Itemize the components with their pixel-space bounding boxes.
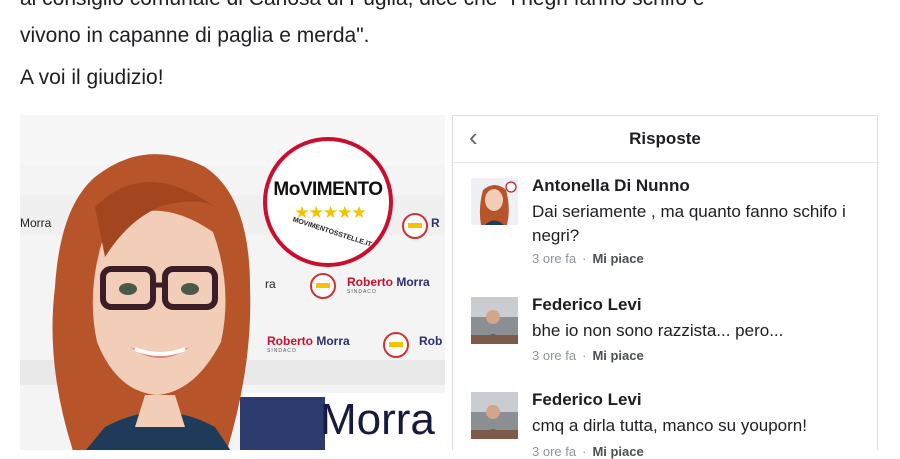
- comment-meta: 3 ore fa · Mi piace: [532, 348, 644, 363]
- post-text-line-1: al consiglio comunale di Canosa di Pugli…: [20, 0, 705, 14]
- candidate-photo[interactable]: Morra R ra Roberto Morra SINDACO Roberto…: [20, 115, 445, 450]
- post-text-line-3: A voi il giudizio!: [20, 66, 164, 89]
- banner-big-name: Morra: [320, 395, 435, 444]
- m5s-small-logo-icon: [310, 273, 336, 299]
- banner-partial-r: R: [431, 216, 440, 230]
- comment-author[interactable]: Federico Levi: [532, 295, 642, 315]
- banner-candidate-name: Roberto Morra SINDACO: [347, 275, 430, 295]
- m5s-small-logo-icon: [383, 332, 409, 358]
- m5s-small-logo-icon: [402, 213, 428, 239]
- replies-header: ‹ Risposte: [453, 116, 879, 163]
- candidate-first-name: Roberto: [347, 275, 393, 289]
- m5s-logo-word: MoVIMENTO: [273, 179, 383, 200]
- comment-time: 3 ore fa: [532, 348, 577, 363]
- comment-meta: 3 ore fa · Mi piace: [532, 251, 644, 266]
- avatar[interactable]: [471, 297, 518, 344]
- comment-text: Dai seriamente , ma quanto fanno schifo …: [532, 202, 846, 245]
- candidate-last-name: Morra: [316, 334, 350, 348]
- comment-time: 3 ore fa: [532, 444, 577, 459]
- like-link[interactable]: Mi piace: [592, 251, 643, 266]
- candidate-role: SINDACO: [347, 289, 377, 295]
- comment-text: bhe io non sono razzista... pero...: [532, 321, 784, 340]
- woman-portrait-image: [52, 154, 251, 450]
- banner-partial-rob: Rob: [419, 334, 443, 348]
- candidate-last-name: Morra: [396, 275, 430, 289]
- comment-time: 3 ore fa: [532, 251, 577, 266]
- candidate-role: SINDACO: [267, 348, 297, 354]
- post-text-line-2: vivono in capanne di paglia e merda".: [20, 24, 370, 47]
- like-link[interactable]: Mi piace: [592, 348, 643, 363]
- avatar[interactable]: [471, 178, 518, 225]
- comment-meta: 3 ore fa · Mi piace: [532, 444, 644, 459]
- comment-text: cmq a dirla tutta, manco su youporn!: [532, 416, 807, 435]
- comment-author[interactable]: Federico Levi: [532, 390, 642, 410]
- avatar[interactable]: [471, 392, 518, 439]
- m5s-logo: MoVIMENTO ★★★★★ MOVIMENTOSSTELLE.IT: [263, 137, 393, 267]
- replies-panel: ‹ Risposte Antonella Di Nunno Dai seriam…: [452, 115, 879, 459]
- replies-title: Risposte: [629, 129, 701, 148]
- banner-candidate-name: Roberto Morra SINDACO: [267, 334, 350, 354]
- comment-author[interactable]: Antonella Di Nunno: [532, 176, 690, 196]
- like-link[interactable]: Mi piace: [592, 444, 643, 459]
